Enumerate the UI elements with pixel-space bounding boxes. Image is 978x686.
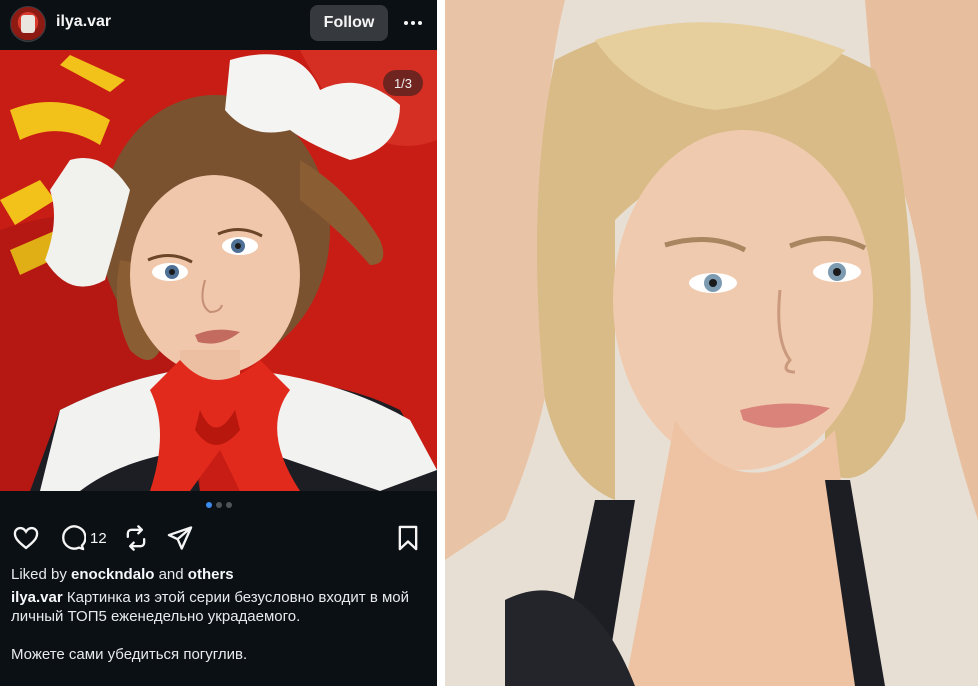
carousel-dot-active[interactable] xyxy=(205,502,212,508)
caption-text: Картинка из этой серии безусловно входит… xyxy=(11,589,410,625)
instagram-post: ilya.var Follow 1/3 12 Liked by enocknda… xyxy=(0,0,437,686)
carousel-dots xyxy=(0,502,437,512)
caption-text-second: Можете сами убедиться погуглив. xyxy=(11,646,248,663)
liked-by-user[interactable]: enockndalo xyxy=(71,566,154,583)
username[interactable]: ilya.var xyxy=(56,13,111,31)
likes-prefix: Liked by xyxy=(11,566,67,583)
carousel-dot[interactable] xyxy=(215,502,222,508)
repost-icon[interactable] xyxy=(122,522,150,554)
comment-count: 12 xyxy=(90,529,107,547)
likes-others[interactable]: others xyxy=(188,566,234,583)
comparison-photo xyxy=(445,0,978,686)
comment-button[interactable]: 12 xyxy=(58,522,107,554)
more-horizontal-icon[interactable] xyxy=(398,10,428,36)
blonde-portrait-illustration xyxy=(445,0,978,686)
caption: ilya.var Картинка из этой серии безуслов… xyxy=(11,588,421,626)
avatar[interactable] xyxy=(10,6,46,42)
post-header: ilya.var Follow xyxy=(0,0,437,50)
likes-conjunction: and xyxy=(158,566,184,583)
follow-button[interactable]: Follow xyxy=(310,5,388,41)
carousel-dot[interactable] xyxy=(225,502,232,508)
likes-line: Liked by enockndalo and others xyxy=(11,566,234,583)
image-counter: 1/3 xyxy=(383,70,423,96)
send-icon[interactable] xyxy=(166,522,194,554)
flag-portrait-illustration xyxy=(0,50,437,491)
action-bar: 12 xyxy=(0,522,437,558)
comment-icon xyxy=(58,524,86,552)
post-image[interactable]: 1/3 xyxy=(0,50,437,491)
avatar-figure xyxy=(21,15,35,33)
heart-icon[interactable] xyxy=(12,522,40,554)
caption-author[interactable]: ilya.var xyxy=(11,589,63,606)
bookmark-icon[interactable] xyxy=(394,522,422,554)
